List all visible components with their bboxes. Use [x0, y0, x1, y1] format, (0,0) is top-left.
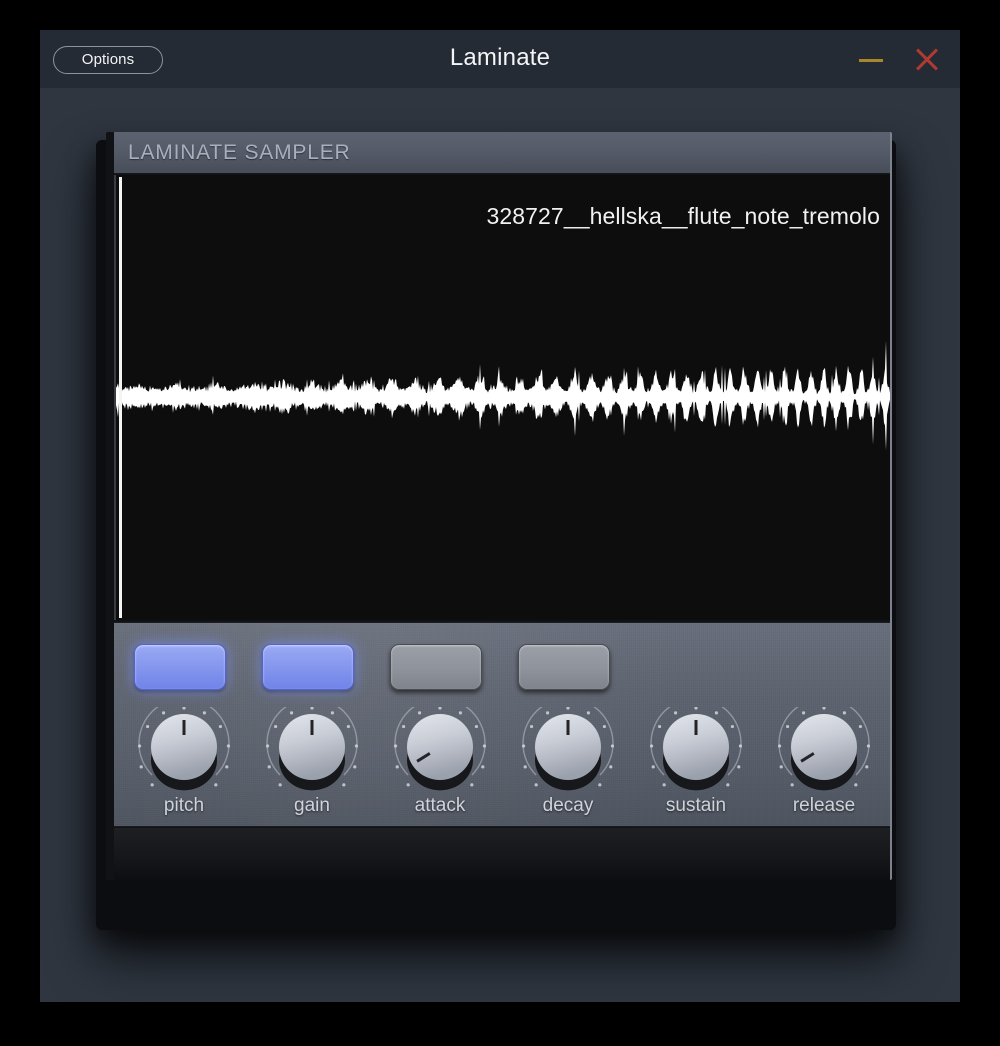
- knob-label-gain: gain: [294, 795, 330, 816]
- knob-label-decay: decay: [542, 795, 594, 816]
- minimize-dash-icon: [859, 59, 883, 62]
- knob-sustain[interactable]: [640, 707, 752, 795]
- close-button[interactable]: [911, 44, 943, 76]
- knob-unit-decay: decay: [512, 707, 624, 816]
- waveform-display[interactable]: 328727__hellska__flute_note_tremolo: [114, 175, 890, 620]
- sample-name-label: 328727__hellska__flute_note_tremolo: [486, 203, 880, 229]
- playhead-marker[interactable]: [119, 177, 122, 618]
- knob-label-sustain: sustain: [665, 795, 727, 816]
- pad-button-2[interactable]: [262, 644, 354, 690]
- knob-gain[interactable]: [256, 707, 368, 795]
- pad-button-3[interactable]: [390, 644, 482, 690]
- knob-unit-pitch: pitch: [128, 707, 240, 816]
- application-window: Options Laminate LAMINATE SAMPLER 328727…: [40, 30, 960, 1002]
- knob-unit-attack: attack: [384, 707, 496, 816]
- screenshot-root: Options Laminate LAMINATE SAMPLER 328727…: [0, 0, 1000, 1046]
- plugin-footer: [114, 828, 890, 880]
- pad-button-1[interactable]: [134, 644, 226, 690]
- window-title: Laminate: [449, 44, 551, 71]
- knob-unit-sustain: sustain: [640, 707, 752, 816]
- knob-label-release: release: [792, 795, 856, 816]
- knob-decay[interactable]: [512, 707, 624, 795]
- knob-label-attack: attack: [414, 795, 466, 816]
- plugin-editor: LAMINATE SAMPLER 328727__hellska__flute_…: [106, 132, 892, 880]
- minimize-button[interactable]: [857, 48, 885, 72]
- knob-attack[interactable]: [384, 707, 496, 795]
- knob-pitch[interactable]: [128, 707, 240, 795]
- waveform-graphic: [116, 340, 890, 451]
- pad-button-4[interactable]: [518, 644, 610, 690]
- knob-unit-gain: gain: [256, 707, 368, 816]
- window-titlebar: Options Laminate: [40, 30, 960, 88]
- plugin-header: LAMINATE SAMPLER: [114, 132, 890, 174]
- knob-release[interactable]: [768, 707, 880, 795]
- control-panel: pitch gain attack decay sustain release: [114, 622, 890, 827]
- plugin-title: LAMINATE SAMPLER: [128, 141, 351, 164]
- knob-unit-release: release: [768, 707, 880, 816]
- knob-label-pitch: pitch: [163, 795, 205, 816]
